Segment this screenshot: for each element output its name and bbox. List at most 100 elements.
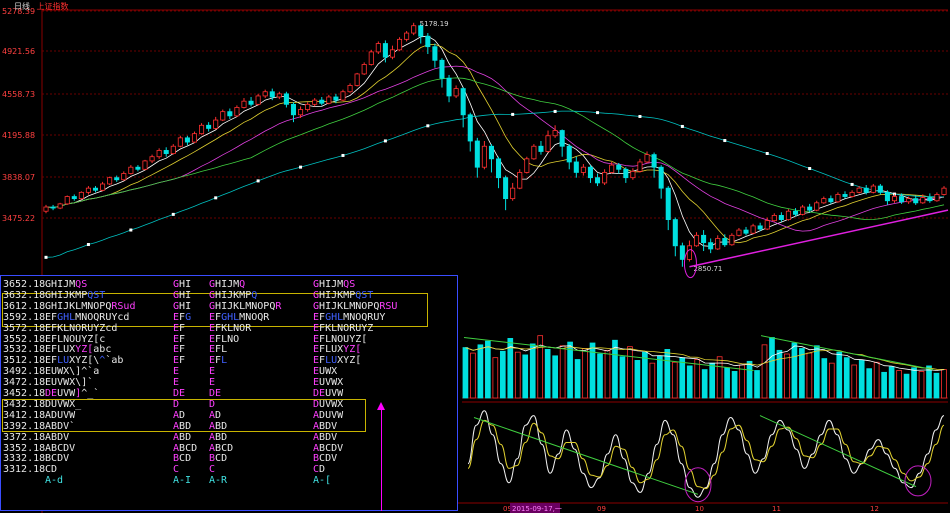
tpo-letters: EFLUXYZ[: [313, 345, 361, 355]
tpo-table-panel: 3652.18 GHIJMQS GHI GHIJMQ GHIJMQS 3632.18 GHI…: [0, 275, 458, 511]
candle-body: [397, 38, 403, 51]
tpo-letters: ABD: [209, 420, 228, 432]
candle-body: [778, 215, 784, 221]
candle-body: [191, 133, 198, 143]
tpo-letters: ADUVW: [45, 409, 76, 421]
tpo-letters: ABCD: [173, 443, 197, 454]
volume-bar: [724, 367, 730, 399]
candle-body: [736, 229, 742, 236]
tpo-letters: EFKLNORUYZ: [313, 322, 374, 334]
tpo-letters: EFLNOUYZ[c: [45, 334, 105, 345]
tpo-letters: EFGHLMNOQR: [209, 312, 269, 323]
low-annotation: 2850.71: [693, 265, 722, 273]
volume-bar: [926, 365, 932, 399]
candle-body: [842, 194, 848, 197]
ma60-line: [45, 110, 945, 258]
symbol-label: 上证指数: [36, 2, 69, 11]
tpo-letter: Z: [367, 322, 374, 334]
candle-body: [807, 206, 813, 211]
candle-body: [927, 197, 933, 202]
ma60-dot: [723, 139, 727, 143]
tpo-letters: CD: [45, 465, 57, 475]
candle-body: [411, 25, 417, 34]
x-tick-label: 2015-09-17,一: [512, 505, 562, 513]
ma60-dot: [214, 196, 218, 200]
tpo-price: 3452.18: [3, 388, 46, 399]
volume-bar: [671, 361, 678, 399]
volume-bar: [597, 353, 603, 399]
candle-body: [149, 156, 155, 162]
volume-bar: [851, 364, 858, 399]
volume-bar: [485, 340, 491, 399]
kdj-trendline-2: [759, 415, 917, 488]
candle-body: [644, 154, 650, 163]
tpo-letters: ABD: [173, 431, 192, 443]
volume-bar: [514, 351, 521, 399]
tpo-letter: I: [185, 289, 192, 301]
volume-bar: [828, 362, 835, 399]
tpo-letters: D: [209, 399, 215, 410]
tpo-letters: ABD: [209, 432, 227, 443]
candle-body: [262, 91, 268, 97]
tpo-price: 3472.18: [3, 377, 46, 389]
tpo-letter: F: [179, 333, 186, 345]
candle-body: [460, 88, 466, 116]
candle-body: [92, 187, 99, 191]
volume-bar: [903, 373, 910, 399]
candle-body: [404, 32, 410, 40]
tpo-letters: C: [173, 465, 179, 475]
tpo-letters: BCD: [209, 454, 227, 464]
tpo-letter: E: [173, 377, 180, 389]
candle-body: [481, 145, 487, 168]
tpo-letters: EFL: [209, 345, 227, 355]
volume-bar: [739, 364, 745, 399]
tpo-letter: C: [209, 464, 216, 476]
tpo-letter: I: [185, 279, 192, 290]
ma60-dot: [171, 212, 175, 216]
chart-header: 日线 上证指数: [14, 1, 69, 12]
tpo-letter: W: [337, 409, 344, 421]
tpo-letter: D: [319, 464, 326, 476]
tpo-letters: GHI: [173, 280, 191, 290]
kdj-circle-1: [684, 467, 712, 503]
tpo-letter: F: [179, 355, 186, 367]
candle-body: [305, 103, 311, 110]
candle-body: [255, 95, 261, 105]
candle-body: [128, 166, 134, 174]
tpo-letter: W: [69, 409, 76, 421]
tpo-price: 3352.18: [3, 442, 46, 454]
candle-body: [651, 154, 657, 168]
volume-bar: [634, 360, 641, 399]
tpo-letters: GHIJKMPQ: [209, 289, 258, 301]
tpo-letter: T: [99, 289, 106, 301]
candle-body: [708, 242, 714, 250]
tpo-letter: Q: [251, 289, 258, 301]
tpo-price: 3632.18: [3, 289, 46, 301]
candle-body: [573, 161, 579, 173]
volume-bar: [873, 361, 880, 399]
candle-body: [934, 194, 940, 202]
candle-body: [121, 173, 127, 181]
arrow-up-icon: [377, 402, 385, 410]
candle-body: [906, 198, 912, 203]
tpo-letter: Y: [379, 311, 386, 323]
tpo-letters: EUVWX: [313, 378, 343, 388]
candle-body: [941, 187, 947, 195]
tpo-letters: E: [209, 367, 215, 377]
y-tick-label: 3838.07: [2, 173, 35, 182]
candle-body: [587, 166, 593, 179]
candle-body: [821, 198, 827, 204]
candle-body: [241, 100, 247, 108]
volume-bar: [477, 344, 484, 399]
tpo-letters: GHIJKMPQST: [45, 289, 106, 301]
tpo-letter: D: [221, 420, 228, 432]
candle-body: [870, 185, 876, 193]
tpo-price: 3332.18: [3, 453, 46, 465]
tpo-price: 3412.18: [3, 409, 46, 421]
candle-body: [170, 145, 176, 154]
candle-body: [333, 96, 339, 101]
candle-body: [722, 238, 728, 246]
candle-body: [368, 51, 374, 65]
tpo-letter: D: [185, 431, 192, 443]
candle-body: [283, 93, 289, 105]
